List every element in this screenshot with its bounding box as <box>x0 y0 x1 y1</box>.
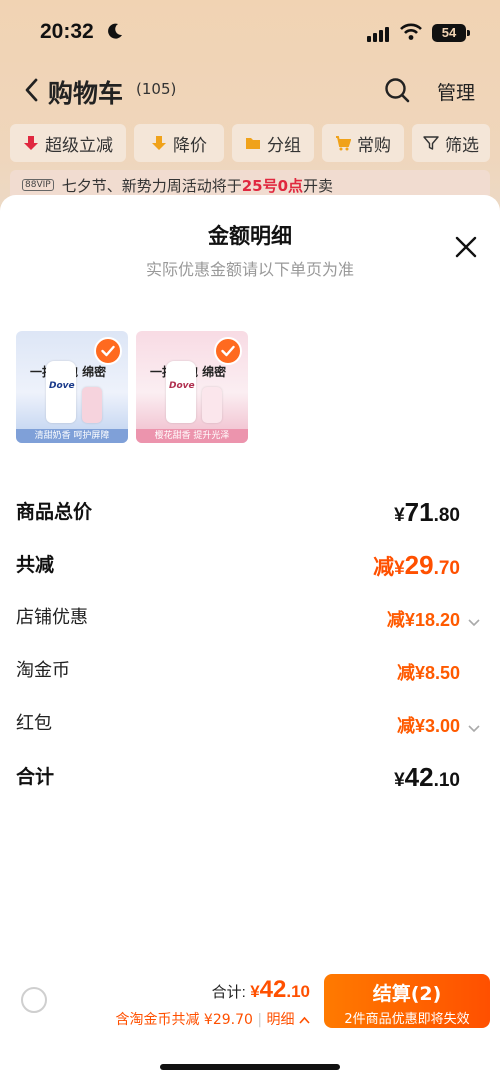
row-value: 减¥29.70 <box>373 550 460 580</box>
filter-chip-label: 常购 <box>357 135 391 156</box>
checkout-button[interactable]: 结算(2) 2件商品优惠即将失效 <box>324 974 490 1028</box>
filter-chip-label: 分组 <box>267 135 301 156</box>
sheet-subtitle: 实际优惠金额请以下单页为准 <box>145 260 354 279</box>
close-icon[interactable] <box>455 236 477 262</box>
thumbnail-footer: 清甜奶香 呵护屏障 <box>16 429 128 443</box>
filter-chip-frequent[interactable]: 常购 <box>322 124 404 162</box>
checkout-label: 结算(2) <box>372 983 442 1005</box>
checkout-subtext: 2件商品优惠即将失效 <box>344 1012 470 1027</box>
filter-chip-price-drop[interactable]: 降价 <box>134 124 224 162</box>
checkmark-icon[interactable] <box>214 337 242 365</box>
thumbnail-footer: 樱花甜香 提升光泽 <box>136 429 248 443</box>
chevron-down-icon[interactable] <box>468 718 480 737</box>
product-thumbnail[interactable]: 一按出泡 绵密 Dove 樱花甜香 提升光泽 <box>136 331 248 443</box>
row-value: 减¥8.50 <box>396 663 460 683</box>
product-thumbnails: 一按出泡 绵密 Dove 清甜奶香 呵护屏障 一按出泡 绵密 Dove 樱花甜香… <box>16 331 266 443</box>
bottle-image: Dove <box>46 361 76 423</box>
sheet-title: 金额明细 <box>208 224 292 248</box>
status-bar: 20:32 54 <box>0 0 500 62</box>
chevron-down-icon[interactable] <box>468 612 480 631</box>
chevron-up-icon[interactable] <box>299 1016 310 1024</box>
page-title: 购物车 <box>48 79 124 108</box>
refill-image <box>82 387 102 423</box>
checkmark-icon[interactable] <box>94 337 122 365</box>
bottle-image: Dove <box>166 361 196 423</box>
filter-chip-super-discount[interactable]: 超级立减 <box>10 124 126 162</box>
refill-image <box>202 387 222 423</box>
moon-icon <box>106 22 124 44</box>
price-drop-icon <box>152 136 166 150</box>
arrow-down-icon <box>24 136 38 150</box>
home-indicator <box>160 1064 340 1070</box>
row-label: 合计 <box>16 766 55 788</box>
filter-chip-label: 超级立减 <box>45 135 113 156</box>
search-icon[interactable] <box>384 77 410 107</box>
filter-chip-filter[interactable]: 筛选 <box>412 124 490 162</box>
vip-badge: 88VIP <box>22 179 54 191</box>
row-value: ¥71.80 <box>394 497 460 527</box>
row-label: 店铺优惠 <box>16 607 88 628</box>
row-label: 红包 <box>16 713 52 734</box>
filter-chip-label: 降价 <box>173 135 207 156</box>
notice-text: 七夕节、新势力周活动将于25号0点开卖 <box>61 176 334 195</box>
signal-icon <box>367 26 391 46</box>
row-grand-total: 合计 ¥42.10 <box>16 762 484 796</box>
row-value: 减¥18.20 <box>386 610 460 630</box>
row-value: 减¥3.00 <box>396 716 460 736</box>
folder-icon <box>246 138 260 149</box>
battery-indicator: 54 <box>432 24 470 42</box>
discount-summary[interactable]: 含淘金币共减 ¥29.70 | 明细 <box>115 1009 310 1029</box>
select-all-checkbox[interactable] <box>21 987 47 1013</box>
row-value: ¥42.10 <box>394 762 460 792</box>
filter-chip-group[interactable]: 分组 <box>232 124 314 162</box>
nav-bar: 购物车 (105) 管理 <box>0 68 500 114</box>
bottom-total: 合计: ¥42.10 <box>211 976 310 1003</box>
filter-chip-label: 筛选 <box>445 135 479 156</box>
row-label: 淘金币 <box>16 660 70 681</box>
status-time: 20:32 <box>40 20 94 43</box>
cart-count: (105) <box>136 80 177 98</box>
manage-button[interactable]: 管理 <box>437 78 475 105</box>
detail-link[interactable]: 明细 <box>267 1012 295 1028</box>
row-label: 商品总价 <box>16 501 93 523</box>
product-thumbnail[interactable]: 一按出泡 绵密 Dove 清甜奶香 呵护屏障 <box>16 331 128 443</box>
amount-detail-sheet: 金额明细 实际优惠金额请以下单页为准 一按出泡 绵密 Dove 清甜奶香 呵护屏… <box>0 195 500 1082</box>
row-total-discount: 共减 减¥29.70 <box>16 550 484 584</box>
row-red-packet[interactable]: 红包 减¥3.00 <box>16 709 484 743</box>
row-subtotal: 商品总价 ¥71.80 <box>16 497 484 531</box>
row-taojinbi: 淘金币 减¥8.50 <box>16 656 484 690</box>
filter-icon <box>423 136 439 150</box>
row-label: 共减 <box>16 554 55 576</box>
filter-row: 超级立减 降价 分组 常购 筛选 <box>10 124 490 164</box>
wifi-icon <box>400 23 422 45</box>
back-arrow-icon[interactable] <box>24 78 38 106</box>
row-store-discount[interactable]: 店铺优惠 减¥18.20 <box>16 603 484 637</box>
cart-icon <box>336 136 351 151</box>
notice-highlight: 25号0点 <box>241 176 304 195</box>
